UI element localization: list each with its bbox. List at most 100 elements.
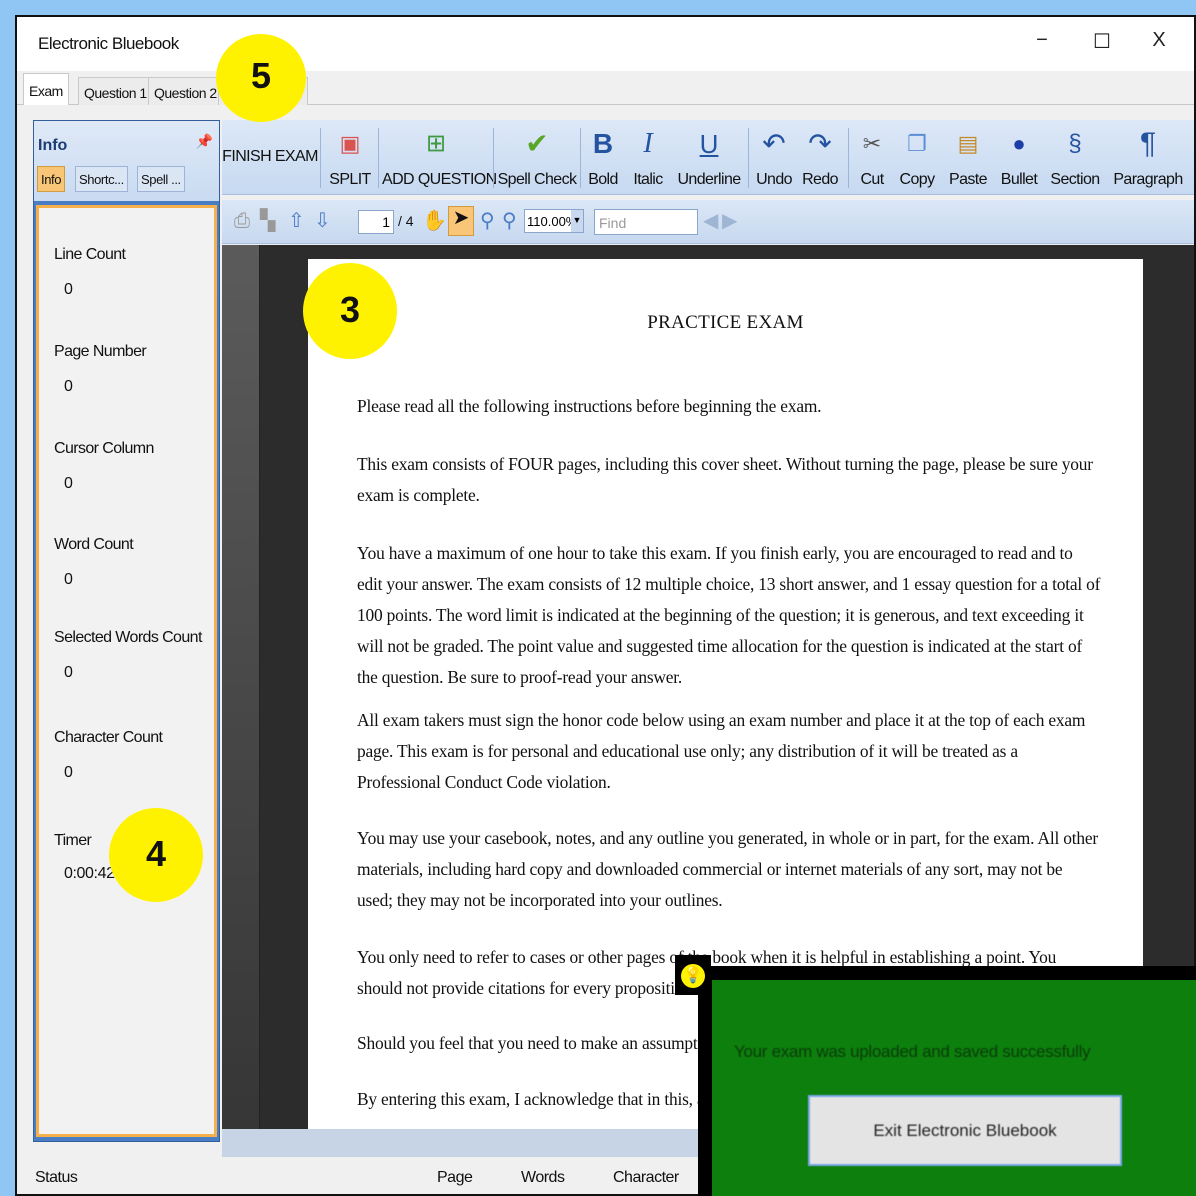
- upload-success-dialog: Your exam was uploaded and saved success…: [698, 966, 1196, 1196]
- copy-button[interactable]: ❐ Copy: [894, 120, 940, 195]
- find-input[interactable]: Find: [594, 209, 698, 235]
- page-gutter: [222, 245, 260, 1129]
- status-label: Status: [35, 1169, 78, 1186]
- dialog-body: Your exam was uploaded and saved success…: [712, 980, 1196, 1196]
- callout-marker: 4: [109, 808, 203, 902]
- selected-words-count-value: 0: [64, 664, 73, 681]
- tab-question-1[interactable]: Question 1: [78, 77, 153, 105]
- print-icon[interactable]: ⎙: [234, 210, 250, 232]
- info-fields: Line Count 0 Page Number 0 Cursor Column…: [36, 205, 217, 1137]
- zoom-select[interactable]: 110.00% ▼: [524, 209, 584, 233]
- status-words: Words: [521, 1169, 565, 1186]
- ribbon-divider: [378, 128, 379, 188]
- paragraph: All exam takers must sign the honor code…: [357, 710, 1086, 792]
- word-count-value: 0: [64, 571, 73, 588]
- save-icon[interactable]: ▚: [260, 210, 275, 232]
- zoom-out-icon[interactable]: ⚲: [502, 210, 517, 232]
- callout-marker: 5: [216, 34, 306, 122]
- next-page-icon[interactable]: ⇩: [314, 210, 331, 232]
- italic-button[interactable]: I Italic: [628, 120, 668, 195]
- bullet-button[interactable]: ● Bullet: [994, 120, 1044, 195]
- undo-icon: ↶: [762, 128, 786, 159]
- lightbulb-icon: 💡: [681, 964, 705, 988]
- ribbon-divider: [848, 128, 849, 188]
- title-bar: Electronic Bluebook − ☐ X: [17, 17, 1194, 71]
- bold-icon: B: [592, 128, 614, 159]
- bold-button[interactable]: B Bold: [584, 120, 622, 195]
- undo-button[interactable]: ↶ Undo: [752, 120, 796, 195]
- info-panel-title: Info: [38, 137, 68, 154]
- select-tool-icon[interactable]: ➤: [448, 206, 474, 236]
- redo-icon: ↷: [808, 128, 832, 159]
- redo-button[interactable]: ↷ Redo: [798, 120, 842, 195]
- find-next-icon[interactable]: ▶: [722, 210, 737, 232]
- timer-label: Timer: [54, 832, 92, 849]
- paragraph: This exam consists of FOUR pages, includ…: [357, 454, 1093, 505]
- selected-words-count-label: Selected Words Count: [54, 629, 202, 646]
- character-count-label: Character Count: [54, 729, 163, 746]
- italic-icon: I: [643, 128, 653, 159]
- status-page: Page: [437, 1169, 473, 1186]
- zoom-value: 110.00%: [527, 214, 578, 229]
- success-message: Your exam was uploaded and saved success…: [734, 1042, 1091, 1061]
- split-button[interactable]: ▣ SPLIT: [326, 120, 374, 195]
- tip-badge: 💡: [675, 955, 711, 995]
- previous-page-icon[interactable]: ⇧: [288, 210, 305, 232]
- cursor-column-label: Cursor Column: [54, 440, 154, 457]
- paste-icon: ▤: [957, 131, 979, 156]
- tab-question-2[interactable]: Question 2: [148, 77, 223, 105]
- split-icon: ▣: [339, 131, 361, 156]
- copy-icon: ❐: [907, 131, 927, 156]
- info-panel-header: Info 📌 Info Shortc... Spell ...: [34, 121, 219, 201]
- exit-bluebook-button[interactable]: Exit Electronic Bluebook: [808, 1095, 1122, 1166]
- cut-button[interactable]: ✂ Cut: [854, 120, 890, 195]
- page-number-label: Page Number: [54, 343, 147, 360]
- cursor-column-value: 0: [64, 475, 73, 492]
- paragraph: Please read all the following instructio…: [357, 396, 822, 416]
- tab-info[interactable]: Info: [37, 166, 66, 192]
- underline-icon: U: [699, 129, 719, 159]
- ribbon-divider: [748, 128, 749, 188]
- timer-value: 0:00:42: [64, 865, 115, 882]
- status-character: Character: [613, 1169, 679, 1186]
- minimize-button[interactable]: −: [1027, 29, 1057, 52]
- add-question-button[interactable]: ⊞ ADD QUESTION: [382, 120, 497, 195]
- character-count-value: 0: [64, 764, 73, 781]
- chevron-down-icon[interactable]: ▼: [571, 210, 583, 232]
- tab-shortcuts[interactable]: Shortc...: [75, 166, 128, 192]
- paragraph-button[interactable]: ¶ Paragraph: [1106, 120, 1190, 195]
- find-previous-icon[interactable]: ◀: [703, 210, 718, 232]
- paragraph: You may use your casebook, notes, and an…: [357, 828, 1098, 910]
- spell-check-button[interactable]: ✔ Spell Check: [497, 120, 577, 195]
- scissors-icon: ✂: [862, 131, 882, 156]
- tab-exam[interactable]: Exam: [23, 73, 69, 105]
- word-count-label: Word Count: [54, 536, 134, 553]
- ribbon-toolbar: FINISH EXAM ▣ SPLIT ⊞ ADD QUESTION ✔ Spe…: [222, 120, 1194, 195]
- hand-tool-icon[interactable]: ✋: [422, 210, 447, 232]
- section-icon: §: [1068, 130, 1082, 157]
- line-count-label: Line Count: [54, 246, 126, 263]
- add-page-icon: ⊞: [425, 130, 447, 157]
- zoom-in-icon[interactable]: ⚲: [480, 210, 495, 232]
- pdf-toolbar: ⎙ ▚ ⇧ ⇩ 1 / 4 ✋ ➤ ⚲ ⚲ 110.00% ▼ Find ◀ ▶: [222, 200, 1194, 244]
- bullet-icon: ●: [1012, 131, 1026, 156]
- ribbon-divider: [320, 128, 321, 188]
- page-total-label: / 4: [398, 213, 414, 229]
- page-number-value: 0: [64, 378, 73, 395]
- paste-button[interactable]: ▤ Paste: [944, 120, 992, 195]
- section-button[interactable]: § Section: [1046, 120, 1104, 195]
- close-button[interactable]: X: [1144, 29, 1174, 52]
- spell-check-icon: ✔: [525, 128, 549, 159]
- page-number-input[interactable]: 1: [358, 210, 394, 234]
- info-panel: Info 📌 Info Shortc... Spell ... Line Cou…: [33, 120, 220, 1142]
- document-tabs: Exam Question 1 Question 2 e: [17, 71, 1194, 105]
- tab-spell[interactable]: Spell ...: [137, 166, 185, 192]
- underline-button[interactable]: U Underline: [674, 120, 744, 195]
- finish-exam-button[interactable]: FINISH EXAM: [222, 120, 318, 195]
- pilcrow-icon: ¶: [1139, 127, 1157, 160]
- ribbon-divider: [580, 128, 581, 188]
- window-title: Electronic Bluebook: [38, 34, 179, 53]
- pin-icon[interactable]: 📌: [196, 133, 213, 150]
- paragraph: You have a maximum of one hour to take t…: [357, 543, 1101, 687]
- maximize-button[interactable]: ☐: [1087, 29, 1117, 54]
